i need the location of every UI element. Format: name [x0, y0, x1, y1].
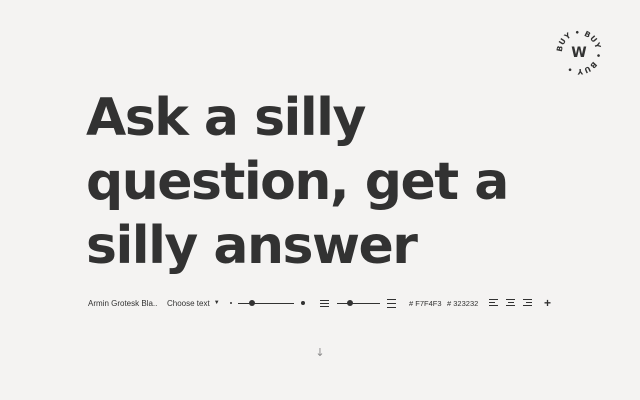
- line-height-slider-knob[interactable]: [346, 300, 353, 306]
- font-size-slider-knob[interactable]: [249, 300, 255, 306]
- size-small-icon: [230, 295, 232, 311]
- type-toolbar: Armin Grotesk Bla... Choose text ▼ # F7F…: [88, 295, 558, 311]
- line-height-loose-icon: [387, 295, 396, 311]
- choose-text-dropdown[interactable]: Choose text ▼: [167, 295, 220, 311]
- font-size-slider[interactable]: [238, 295, 294, 311]
- align-center-icon[interactable]: [506, 299, 515, 306]
- align-left-icon[interactable]: [489, 299, 498, 306]
- badge-letter: W: [571, 45, 586, 61]
- add-button[interactable]: +: [544, 295, 551, 311]
- background-color-input[interactable]: # F7F4F3: [409, 295, 442, 311]
- caret-down-icon: ▼: [213, 300, 220, 306]
- line-height-slider[interactable]: [337, 295, 380, 311]
- align-right-icon[interactable]: [523, 299, 532, 306]
- choose-text-label: Choose text: [167, 298, 210, 308]
- line-height-tight-icon: [320, 295, 329, 311]
- headline: Ask a silly question, get a silly answer: [86, 88, 509, 276]
- font-name[interactable]: Armin Grotesk Bla...: [88, 295, 158, 311]
- text-color-input[interactable]: # 323232: [447, 295, 478, 311]
- buy-badge[interactable]: BUY • BUY • BUY • W: [554, 27, 604, 77]
- size-large-icon: [301, 295, 305, 311]
- buy-badge-icon: BUY • BUY • BUY • W: [555, 28, 603, 76]
- arrow-down-icon[interactable]: ↓: [313, 346, 327, 360]
